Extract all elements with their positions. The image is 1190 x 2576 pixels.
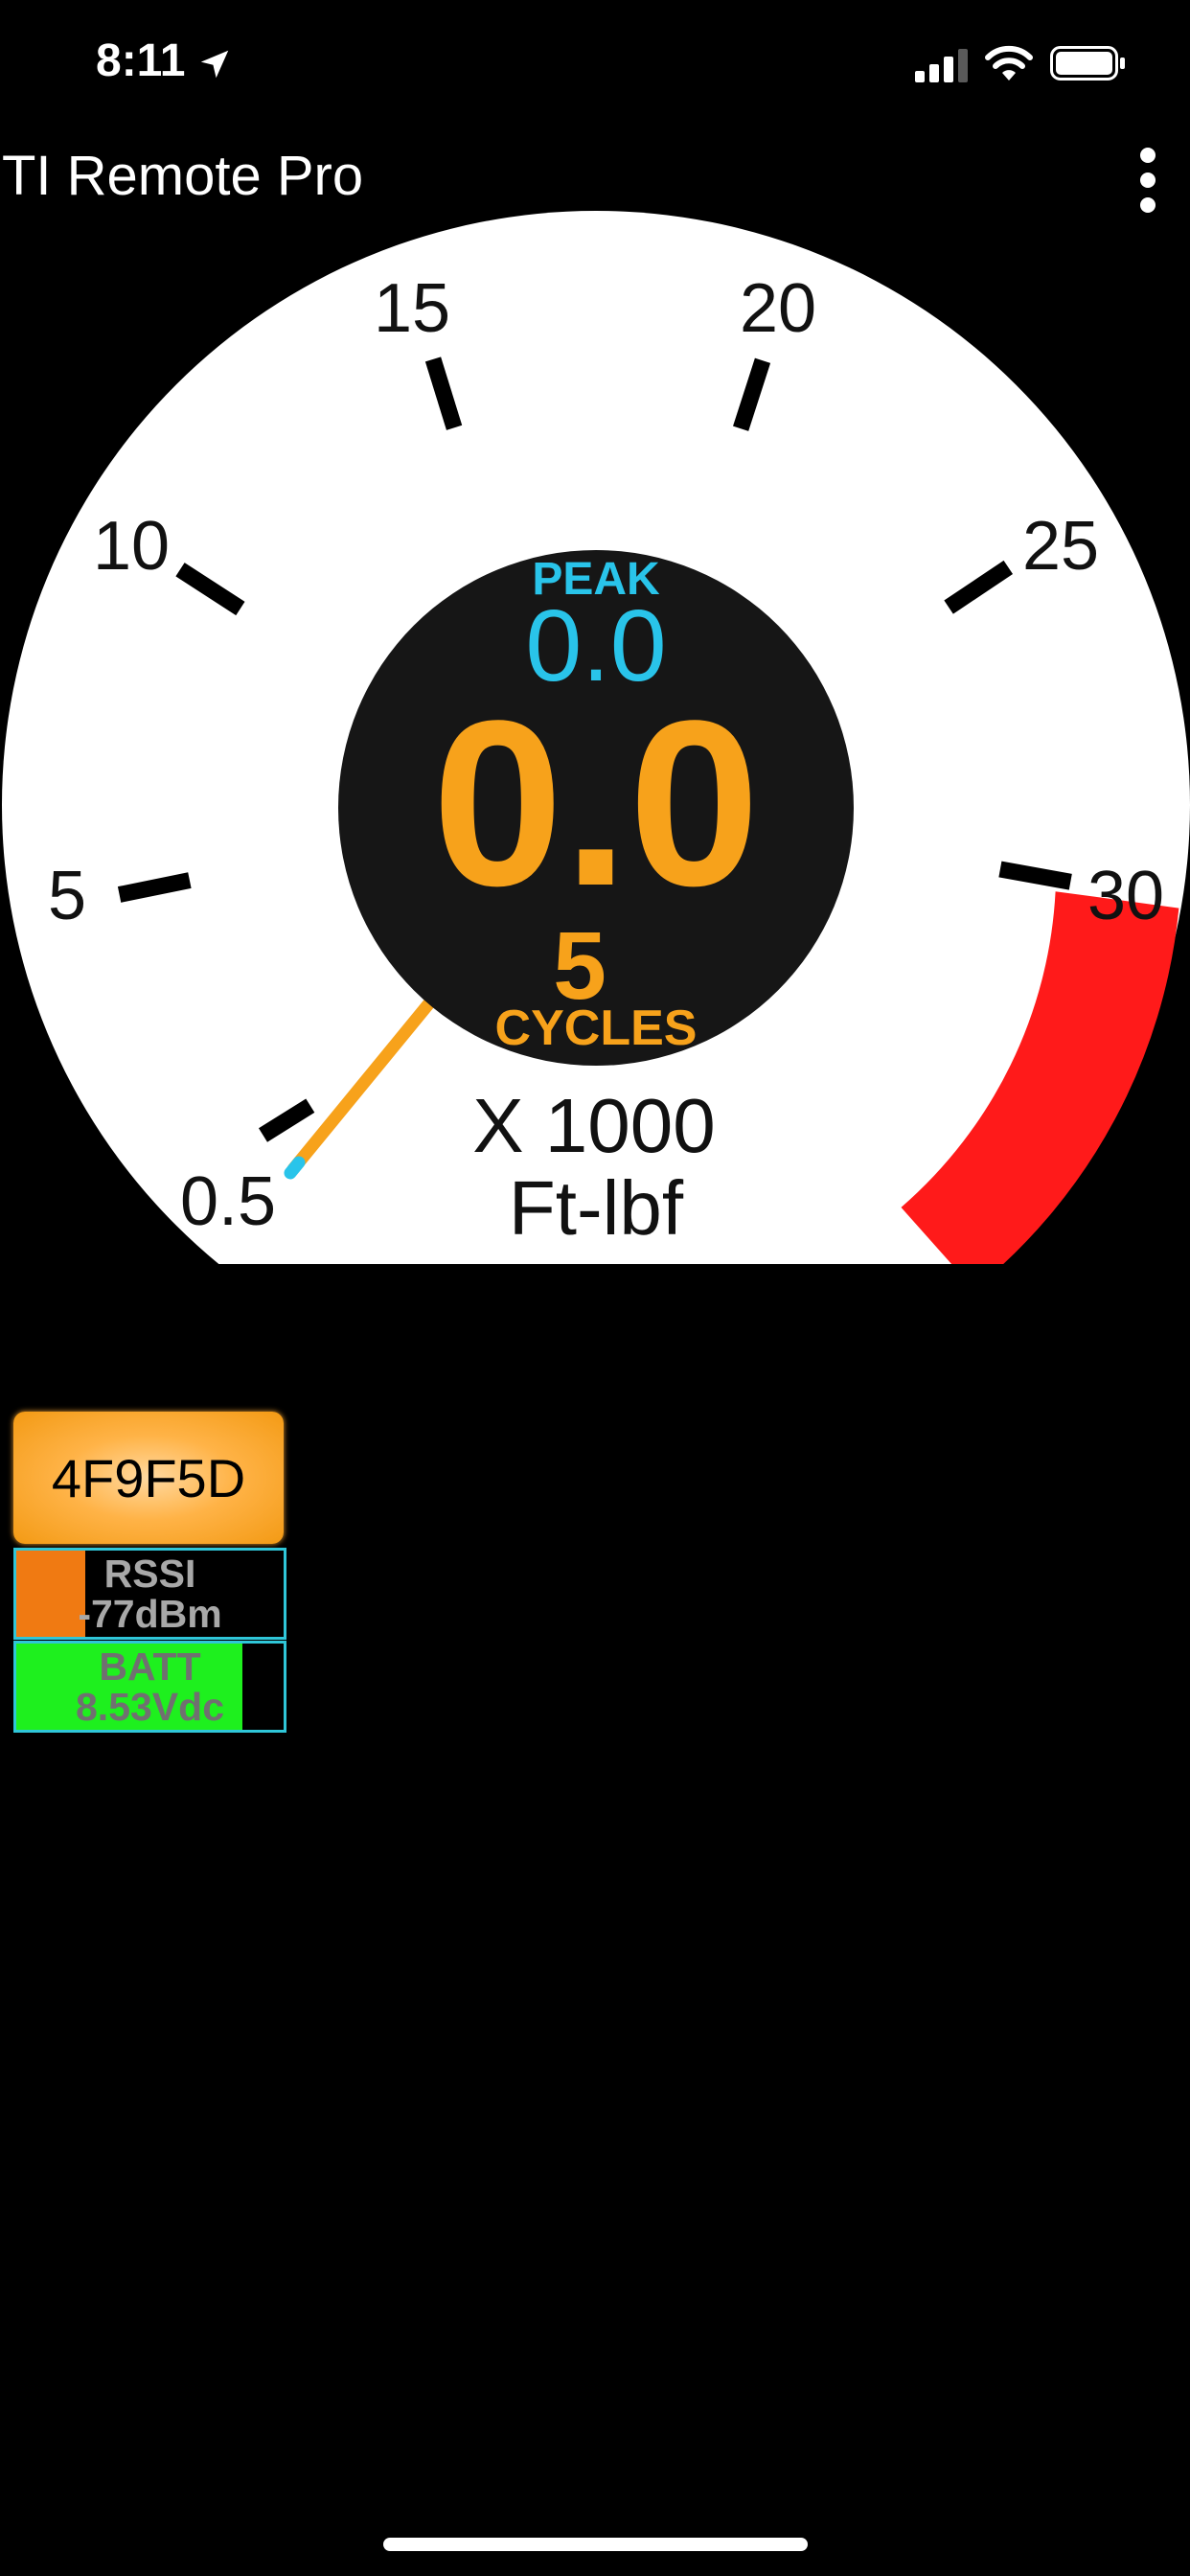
battery-value: 8.53Vdc [76, 1685, 224, 1729]
rssi-meter: RSSI -77dBm [13, 1548, 286, 1640]
device-id-button[interactable]: 4F9F5D [13, 1412, 284, 1544]
gauge-tick-label: 10 [93, 508, 170, 585]
status-bar: 8:11 [0, 0, 1190, 134]
gauge-tick-label: 20 [740, 270, 816, 347]
battery-meter: BATT 8.53Vdc [13, 1641, 286, 1733]
location-arrow-icon [200, 50, 229, 79]
app-title: TI Remote Pro [2, 145, 364, 207]
rssi-value: -77dBm [78, 1592, 222, 1636]
gauge-multiplier: X 1000 [472, 1083, 716, 1168]
gauge-unit: Ft-lbf [509, 1165, 684, 1251]
rssi-label: RSSI [103, 1552, 196, 1596]
gauge-tick-label: 5 [48, 858, 86, 934]
battery-label: BATT [99, 1644, 201, 1689]
home-indicator[interactable] [383, 2538, 808, 2551]
gauge-tick-label: 0.5 [180, 1163, 276, 1240]
current-value: 0.0 [432, 672, 760, 935]
more-options-icon[interactable] [1131, 144, 1165, 217]
status-time: 8:11 [96, 35, 186, 86]
gauge-needle-tip [284, 1156, 306, 1180]
battery-icon [1050, 46, 1125, 80]
cellular-signal-icon [915, 49, 968, 82]
gauge-tick-label: 25 [1022, 508, 1099, 585]
gauge-tick-label: 30 [1087, 858, 1164, 934]
wifi-icon [985, 45, 1033, 80]
gauge-tick-label: 15 [374, 270, 450, 347]
cycles-label: CYCLES [495, 1000, 698, 1056]
torque-gauge: 0.5 5 10 15 20 25 30 PEAK 0.0 0.0 5 CYCL… [2, 211, 1190, 1264]
